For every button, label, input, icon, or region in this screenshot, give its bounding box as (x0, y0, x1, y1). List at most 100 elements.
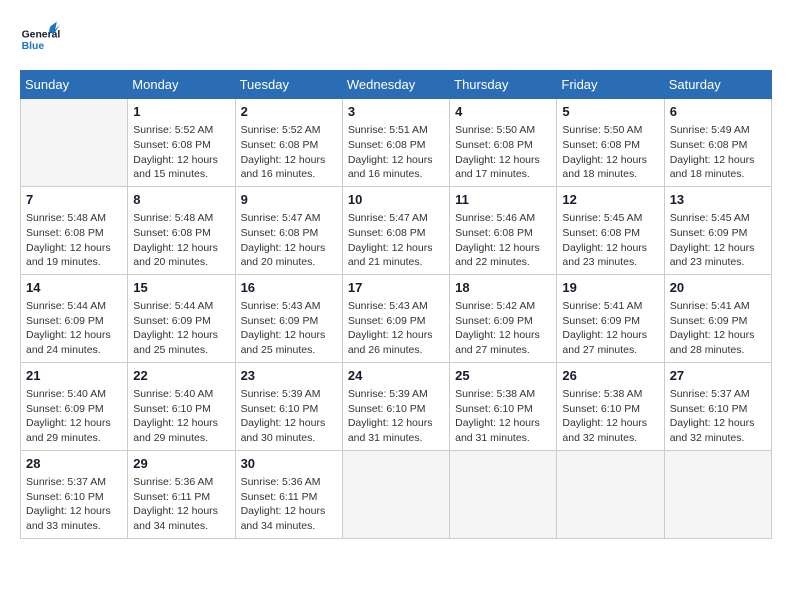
day-number: 27 (670, 367, 766, 385)
day-info: Sunrise: 5:42 AM Sunset: 6:09 PM Dayligh… (455, 299, 551, 358)
column-header-friday: Friday (557, 71, 664, 99)
day-number: 22 (133, 367, 229, 385)
calendar-table: SundayMondayTuesdayWednesdayThursdayFrid… (20, 70, 772, 539)
day-info: Sunrise: 5:38 AM Sunset: 6:10 PM Dayligh… (562, 387, 658, 446)
day-number: 1 (133, 103, 229, 121)
generalblue-logo-icon: General Blue (20, 20, 60, 60)
calendar-cell: 4 Sunrise: 5:50 AM Sunset: 6:08 PM Daylig… (450, 99, 557, 187)
day-info: Sunrise: 5:39 AM Sunset: 6:10 PM Dayligh… (241, 387, 337, 446)
day-number: 4 (455, 103, 551, 121)
week-row-1: 1 Sunrise: 5:52 AM Sunset: 6:08 PM Daylig… (21, 99, 772, 187)
week-row-4: 21 Sunrise: 5:40 AM Sunset: 6:09 PM Dayli… (21, 362, 772, 450)
day-info: Sunrise: 5:46 AM Sunset: 6:08 PM Dayligh… (455, 211, 551, 270)
calendar-cell: 12Sunrise: 5:45 AM Sunset: 6:08 PM Dayli… (557, 186, 664, 274)
calendar-cell: 29 Sunrise: 5:36 AM Sunset: 6:11 PM Dayli… (128, 450, 235, 538)
week-row-5: 28 Sunrise: 5:37 AM Sunset: 6:10 PM Dayli… (21, 450, 772, 538)
day-info: Sunrise: 5:36 AM Sunset: 6:11 PM Dayligh… (241, 475, 337, 534)
calendar-cell: 16 Sunrise: 5:43 AM Sunset: 6:09 PM Dayli… (235, 274, 342, 362)
day-number: 14 (26, 279, 122, 297)
day-number: 13 (670, 191, 766, 209)
day-info: Sunrise: 5:48 AM Sunset: 6:08 PM Dayligh… (26, 211, 122, 270)
day-number: 9 (241, 191, 337, 209)
day-info: Sunrise: 5:41 AM Sunset: 6:09 PM Dayligh… (670, 299, 766, 358)
calendar-cell: 11 Sunrise: 5:46 AM Sunset: 6:08 PM Dayli… (450, 186, 557, 274)
day-number: 6 (670, 103, 766, 121)
day-number: 25 (455, 367, 551, 385)
calendar-cell: 14 Sunrise: 5:44 AM Sunset: 6:09 PM Dayli… (21, 274, 128, 362)
column-header-tuesday: Tuesday (235, 71, 342, 99)
day-info: Sunrise: 5:43 AM Sunset: 6:09 PM Dayligh… (348, 299, 444, 358)
day-info: Sunrise: 5:47 AM Sunset: 6:08 PM Dayligh… (241, 211, 337, 270)
calendar-cell (450, 450, 557, 538)
calendar-cell: 10Sunrise: 5:47 AM Sunset: 6:08 PM Dayli… (342, 186, 449, 274)
calendar-cell: 21 Sunrise: 5:40 AM Sunset: 6:09 PM Dayli… (21, 362, 128, 450)
calendar-cell (664, 450, 771, 538)
day-info: Sunrise: 5:51 AM Sunset: 6:08 PM Dayligh… (348, 123, 444, 182)
day-number: 21 (26, 367, 122, 385)
day-number: 28 (26, 455, 122, 473)
day-number: 19 (562, 279, 658, 297)
calendar-cell: 27 Sunrise: 5:37 AM Sunset: 6:10 PM Dayli… (664, 362, 771, 450)
calendar-cell: 19 Sunrise: 5:41 AM Sunset: 6:09 PM Dayli… (557, 274, 664, 362)
day-info: Sunrise: 5:49 AM Sunset: 6:08 PM Dayligh… (670, 123, 766, 182)
calendar-cell (342, 450, 449, 538)
day-info: Sunrise: 5:50 AM Sunset: 6:08 PM Dayligh… (562, 123, 658, 182)
column-header-wednesday: Wednesday (342, 71, 449, 99)
day-info: Sunrise: 5:44 AM Sunset: 6:09 PM Dayligh… (26, 299, 122, 358)
week-row-3: 14 Sunrise: 5:44 AM Sunset: 6:09 PM Dayli… (21, 274, 772, 362)
day-info: Sunrise: 5:41 AM Sunset: 6:09 PM Dayligh… (562, 299, 658, 358)
calendar-cell: 8 Sunrise: 5:48 AM Sunset: 6:08 PM Daylig… (128, 186, 235, 274)
calendar-cell: 26Sunrise: 5:38 AM Sunset: 6:10 PM Dayli… (557, 362, 664, 450)
calendar-cell: 24Sunrise: 5:39 AM Sunset: 6:10 PM Dayli… (342, 362, 449, 450)
week-row-2: 7 Sunrise: 5:48 AM Sunset: 6:08 PM Daylig… (21, 186, 772, 274)
day-number: 29 (133, 455, 229, 473)
day-number: 11 (455, 191, 551, 209)
day-number: 18 (455, 279, 551, 297)
day-number: 8 (133, 191, 229, 209)
calendar-cell: 25 Sunrise: 5:38 AM Sunset: 6:10 PM Dayli… (450, 362, 557, 450)
calendar-cell: 1 Sunrise: 5:52 AM Sunset: 6:08 PM Daylig… (128, 99, 235, 187)
day-info: Sunrise: 5:47 AM Sunset: 6:08 PM Dayligh… (348, 211, 444, 270)
calendar-cell: 3 Sunrise: 5:51 AM Sunset: 6:08 PM Daylig… (342, 99, 449, 187)
day-info: Sunrise: 5:38 AM Sunset: 6:10 PM Dayligh… (455, 387, 551, 446)
calendar-cell: 5Sunrise: 5:50 AM Sunset: 6:08 PM Daylig… (557, 99, 664, 187)
column-header-thursday: Thursday (450, 71, 557, 99)
calendar-cell: 2 Sunrise: 5:52 AM Sunset: 6:08 PM Daylig… (235, 99, 342, 187)
day-info: Sunrise: 5:44 AM Sunset: 6:09 PM Dayligh… (133, 299, 229, 358)
day-number: 24 (348, 367, 444, 385)
day-number: 23 (241, 367, 337, 385)
page-header: General Blue (20, 20, 772, 60)
day-number: 20 (670, 279, 766, 297)
day-info: Sunrise: 5:45 AM Sunset: 6:08 PM Dayligh… (562, 211, 658, 270)
day-info: Sunrise: 5:45 AM Sunset: 6:09 PM Dayligh… (670, 211, 766, 270)
day-info: Sunrise: 5:43 AM Sunset: 6:09 PM Dayligh… (241, 299, 337, 358)
day-number: 16 (241, 279, 337, 297)
day-info: Sunrise: 5:40 AM Sunset: 6:09 PM Dayligh… (26, 387, 122, 446)
day-info: Sunrise: 5:50 AM Sunset: 6:08 PM Dayligh… (455, 123, 551, 182)
calendar-cell: 15 Sunrise: 5:44 AM Sunset: 6:09 PM Dayli… (128, 274, 235, 362)
day-info: Sunrise: 5:37 AM Sunset: 6:10 PM Dayligh… (670, 387, 766, 446)
day-info: Sunrise: 5:52 AM Sunset: 6:08 PM Dayligh… (133, 123, 229, 182)
column-header-monday: Monday (128, 71, 235, 99)
svg-text:Blue: Blue (22, 41, 45, 52)
day-number: 17 (348, 279, 444, 297)
day-number: 3 (348, 103, 444, 121)
day-info: Sunrise: 5:37 AM Sunset: 6:10 PM Dayligh… (26, 475, 122, 534)
day-number: 30 (241, 455, 337, 473)
day-number: 2 (241, 103, 337, 121)
calendar-cell (21, 99, 128, 187)
logo: General Blue (20, 20, 60, 60)
day-info: Sunrise: 5:48 AM Sunset: 6:08 PM Dayligh… (133, 211, 229, 270)
column-header-sunday: Sunday (21, 71, 128, 99)
column-header-saturday: Saturday (664, 71, 771, 99)
calendar-cell: 23 Sunrise: 5:39 AM Sunset: 6:10 PM Dayli… (235, 362, 342, 450)
day-info: Sunrise: 5:36 AM Sunset: 6:11 PM Dayligh… (133, 475, 229, 534)
day-info: Sunrise: 5:52 AM Sunset: 6:08 PM Dayligh… (241, 123, 337, 182)
day-number: 15 (133, 279, 229, 297)
calendar-cell: 28 Sunrise: 5:37 AM Sunset: 6:10 PM Dayli… (21, 450, 128, 538)
calendar-cell (557, 450, 664, 538)
day-number: 7 (26, 191, 122, 209)
day-info: Sunrise: 5:40 AM Sunset: 6:10 PM Dayligh… (133, 387, 229, 446)
calendar-cell: 6 Sunrise: 5:49 AM Sunset: 6:08 PM Daylig… (664, 99, 771, 187)
calendar-cell: 13 Sunrise: 5:45 AM Sunset: 6:09 PM Dayli… (664, 186, 771, 274)
